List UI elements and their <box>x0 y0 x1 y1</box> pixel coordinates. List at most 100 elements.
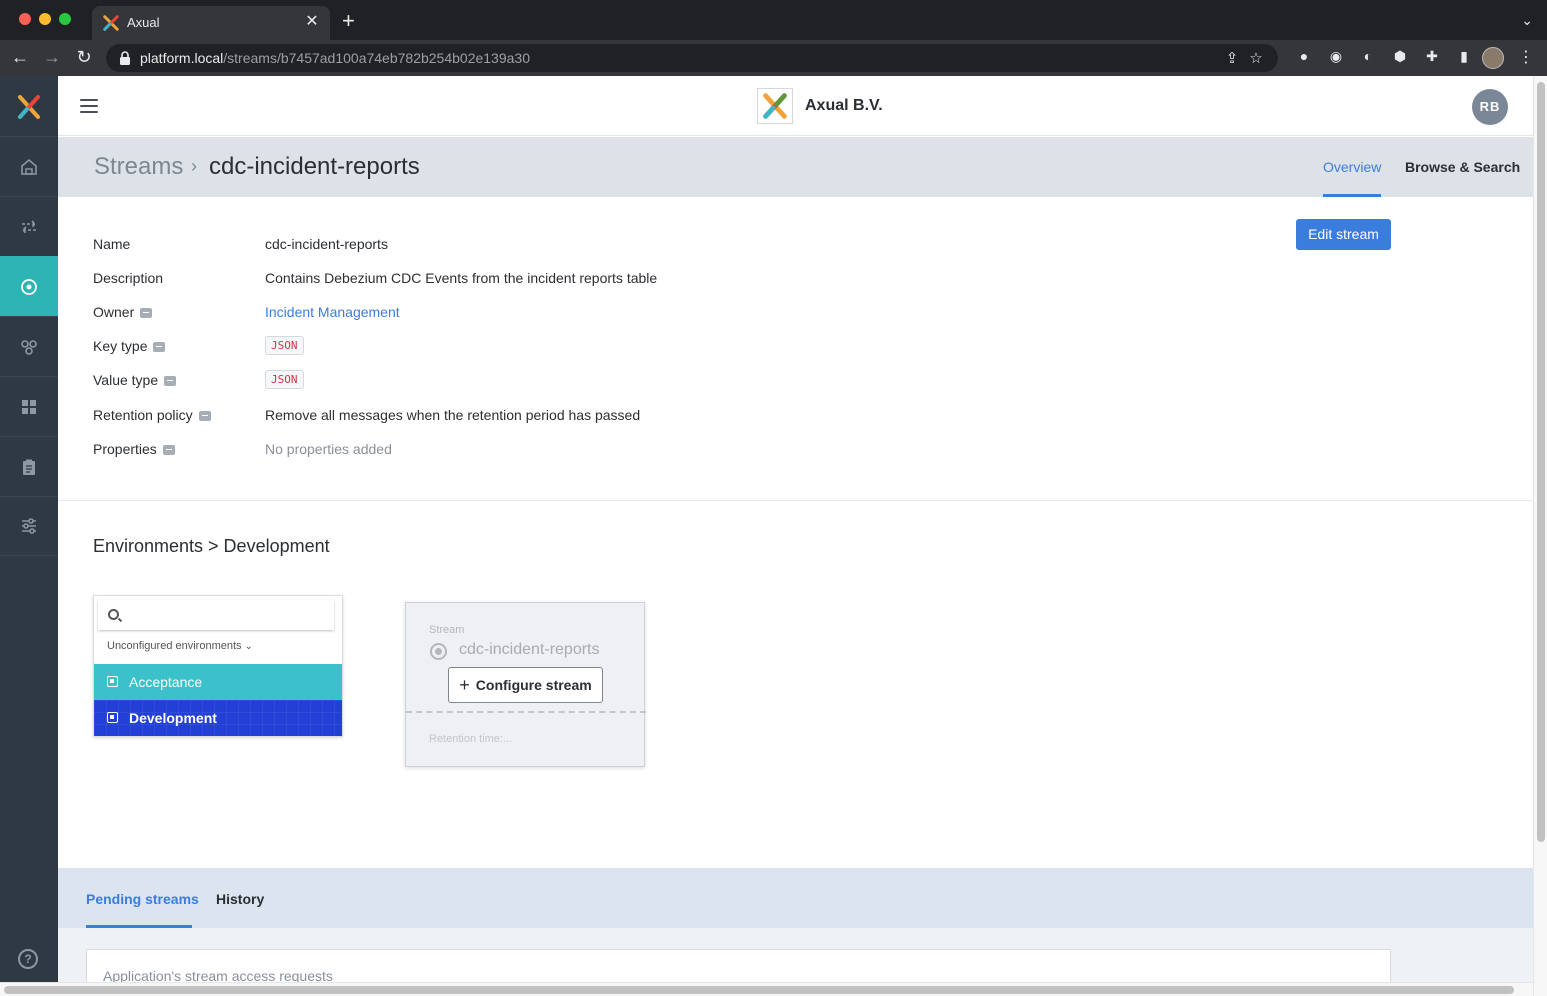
sidebar-item-applications[interactable] <box>0 196 58 256</box>
sidebar-item-settings[interactable] <box>0 496 58 556</box>
chevron-down-icon: ⌄ <box>244 641 253 652</box>
tab-pending-streams[interactable]: Pending streams <box>86 891 199 907</box>
edit-stream-button[interactable]: Edit stream <box>1296 219 1391 250</box>
organization-name: Axual B.V. <box>805 97 883 114</box>
minimize-window-button[interactable] <box>39 13 51 25</box>
sliders-icon <box>22 518 36 534</box>
value-type-badge: JSON <box>265 370 304 389</box>
breadcrumb-separator: › <box>191 156 197 176</box>
info-icon[interactable] <box>140 308 153 318</box>
detail-label: Owner <box>93 304 153 320</box>
key-type-label: Key type <box>93 338 148 354</box>
info-icon[interactable] <box>198 411 211 421</box>
share-icon[interactable]: ⇪ <box>1220 49 1244 67</box>
browser-tab[interactable]: Axual ✕ <box>92 6 330 40</box>
environment-icon <box>107 676 118 687</box>
sidebar-item-dashboard[interactable] <box>0 376 58 436</box>
environment-filter-label: Unconfigured environments <box>107 640 242 652</box>
extension-cube-icon[interactable]: ⬢ <box>1384 48 1416 65</box>
menu-hamburger-icon[interactable] <box>80 99 98 113</box>
sidebar-item-home[interactable] <box>0 136 58 196</box>
close-tab-icon[interactable]: ✕ <box>302 12 322 32</box>
description-value: Contains Debezium CDC Events from the in… <box>265 270 658 286</box>
bookmark-star-icon[interactable]: ☆ <box>1244 49 1268 67</box>
side-navigation: ? <box>0 76 58 996</box>
tab-history[interactable]: History <box>216 891 264 907</box>
browser-tab-title: Axual <box>127 15 160 30</box>
extension-badge-icon[interactable]: ◉ <box>1320 48 1352 65</box>
tab-strip: Axual ✕ + ⌄ <box>0 0 1547 40</box>
back-arrow-icon[interactable]: ← <box>9 47 31 67</box>
configure-stream-button[interactable]: + Configure stream <box>448 667 603 703</box>
extensions-puzzle-icon[interactable]: ✚ <box>1416 48 1448 65</box>
info-icon[interactable] <box>153 342 166 352</box>
forward-arrow-icon[interactable]: → <box>41 47 63 67</box>
address-bar[interactable]: platform.local/streams/b7457ad100a74eb78… <box>106 44 1278 72</box>
environment-item-acceptance[interactable]: Acceptance <box>94 664 342 700</box>
detail-label: Retention policy <box>93 407 211 423</box>
tab-overview[interactable]: Overview <box>1323 159 1381 175</box>
owner-link[interactable]: Incident Management <box>265 304 400 320</box>
help-icon[interactable]: ? <box>18 949 38 969</box>
extension-dark-icon[interactable]: ◐ <box>1352 48 1384 64</box>
extension-circle-icon[interactable]: ● <box>1288 48 1320 64</box>
stream-flow-dashed-line <box>406 711 646 713</box>
horizontal-scroll-thumb[interactable] <box>4 986 1514 994</box>
properties-label: Properties <box>93 441 157 457</box>
stream-configuration-card: Stream cdc-incident-reports + Configure s… <box>405 602 646 767</box>
owner-label: Owner <box>93 304 135 320</box>
detail-label: Name <box>93 236 131 252</box>
close-window-button[interactable] <box>19 13 31 25</box>
browser-profile-avatar[interactable] <box>1482 47 1504 69</box>
environment-label: Acceptance <box>129 674 203 690</box>
info-icon[interactable] <box>162 445 175 455</box>
grid-dashboard-icon <box>22 399 36 414</box>
side-panel-icon[interactable]: ▮ <box>1448 48 1480 65</box>
sidebar-item-streams[interactable] <box>0 256 58 316</box>
environment-icon <box>107 712 118 723</box>
environment-filter-dropdown[interactable]: Unconfigured environments ⌄ <box>107 640 253 652</box>
tab-browse-search[interactable]: Browse & Search <box>1405 159 1520 175</box>
horizontal-scrollbar[interactable] <box>0 982 1533 996</box>
environment-item-development[interactable]: Development <box>94 700 342 736</box>
vertical-scrollbar[interactable] <box>1533 76 1547 996</box>
transfer-arrows-icon <box>21 219 37 234</box>
axual-logo-icon[interactable] <box>15 93 43 121</box>
browser-window: Axual ✕ + ⌄ ← → ↻ platform.local/streams… <box>0 0 1547 996</box>
detail-label: Value type <box>93 372 177 388</box>
pending-section: Pending streams History Application's st… <box>58 868 1533 996</box>
new-tab-button[interactable]: + <box>342 10 355 32</box>
breadcrumb-bar: Streams › cdc-incident-reports Overview … <box>58 137 1533 197</box>
url-text[interactable]: platform.local/streams/b7457ad100a74eb78… <box>140 50 530 66</box>
info-icon[interactable] <box>164 376 177 386</box>
retention-label: Retention policy <box>93 407 193 423</box>
reload-icon[interactable]: ↻ <box>73 47 95 67</box>
url-host: platform.local <box>140 50 224 66</box>
top-bar: Axual B.V. RB <box>58 76 1533 136</box>
stream-target-icon <box>21 278 37 295</box>
sidebar-item-reports[interactable] <box>0 436 58 496</box>
stream-card-label: Stream <box>429 624 465 636</box>
browser-menu-icon[interactable]: ⋮ <box>1518 47 1534 67</box>
tab-search-chevron-icon[interactable]: ⌄ <box>1521 12 1533 29</box>
maximize-window-button[interactable] <box>59 13 71 25</box>
browser-toolbar: ← → ↻ platform.local/streams/b7457ad100a… <box>0 40 1547 76</box>
environments-heading: Environments > Development <box>93 536 330 556</box>
sidebar-item-schemas[interactable] <box>0 316 58 376</box>
section-divider <box>58 500 1533 501</box>
url-path: /streams/b7457ad100a74eb782b254b02e139a3… <box>223 50 530 66</box>
environment-search-input[interactable] <box>98 600 334 630</box>
home-icon <box>21 158 37 175</box>
omnibox-actions: ⇪ ☆ <box>1220 49 1268 67</box>
stream-card-name: cdc-incident-reports <box>459 641 600 658</box>
organization-logo <box>757 88 793 124</box>
user-avatar[interactable]: RB <box>1472 89 1508 125</box>
stream-radio-icon <box>430 643 447 660</box>
retention-value: Remove all messages when the retention p… <box>265 407 641 423</box>
active-tab-indicator <box>86 925 192 928</box>
breadcrumb-streams-link[interactable]: Streams <box>94 153 183 181</box>
vertical-scroll-thumb[interactable] <box>1537 82 1545 842</box>
lock-icon <box>120 51 130 65</box>
properties-value: No properties added <box>265 441 392 457</box>
detail-label: Properties <box>93 441 175 457</box>
